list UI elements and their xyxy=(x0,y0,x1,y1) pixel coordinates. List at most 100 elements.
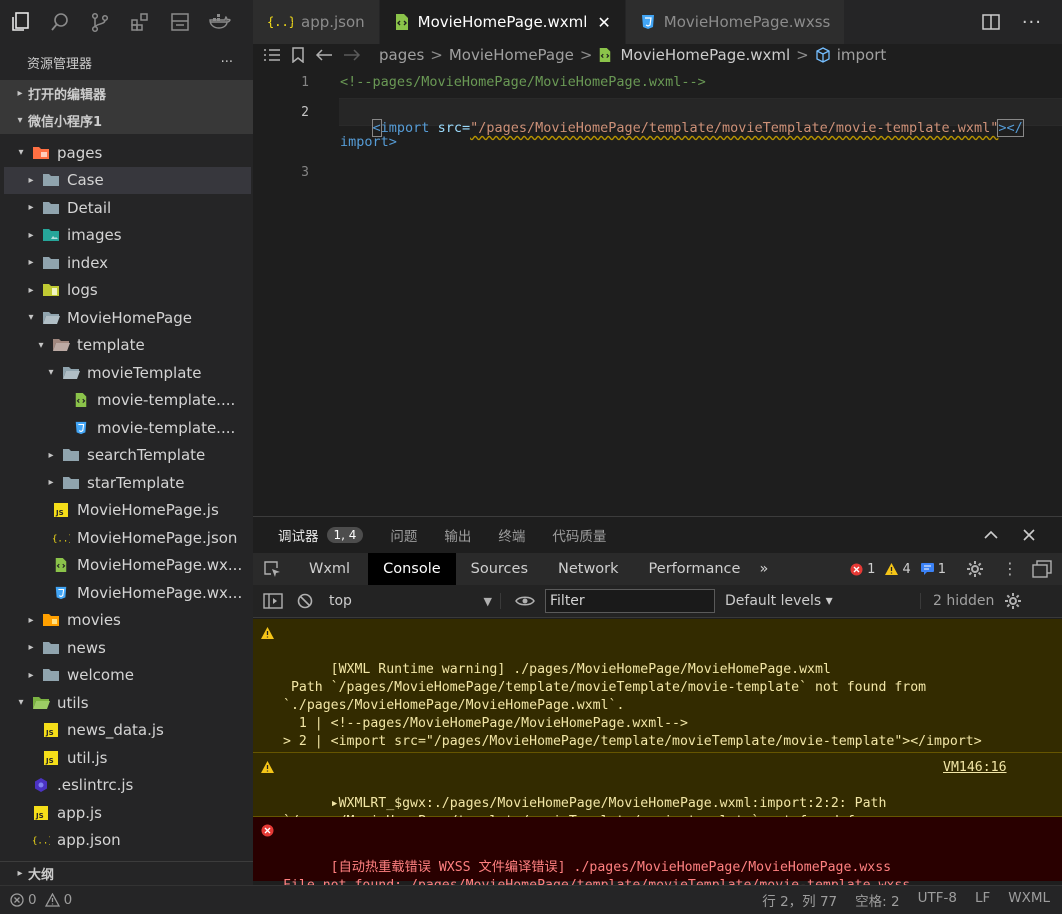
tree-item-label: news xyxy=(67,638,106,657)
breadcrumb-item[interactable]: MovieHomePage xyxy=(449,46,574,64)
cursor-position[interactable]: 行 2，列 77 xyxy=(762,890,837,910)
tree-file[interactable]: {..} MovieHomePage.json xyxy=(4,524,251,551)
bookmark-icon[interactable] xyxy=(291,47,305,63)
breadcrumb-item[interactable]: pages xyxy=(379,46,424,64)
tab-output[interactable]: 输出 xyxy=(444,525,471,545)
tree-file[interactable]: movie-template.... xyxy=(4,414,251,441)
filter-input[interactable] xyxy=(545,589,715,613)
tree-file[interactable]: MovieHomePage.wx... xyxy=(4,579,251,606)
tree-folder[interactable]: ▾ movieTemplate xyxy=(4,359,251,386)
breadcrumb-item[interactable]: import xyxy=(837,46,887,64)
chevron-right-icon: ▸ xyxy=(28,669,34,681)
tree-file[interactable]: MovieHomePage.wx... xyxy=(4,552,251,579)
tree-folder[interactable]: ▸ Detail xyxy=(4,194,251,221)
tree-folder[interactable]: ▾ MovieHomePage xyxy=(4,304,251,331)
log-levels-dropdown[interactable]: Default levels ▾ xyxy=(725,593,921,609)
tab-label: 调试器 xyxy=(278,529,319,545)
tab-moviehomepage-wxss[interactable]: MovieHomePage.wxss xyxy=(625,0,846,44)
code-line: <!--pages/MovieHomePage/MovieHomePage.wx… xyxy=(340,74,706,90)
tree-item-label: app.json xyxy=(57,831,121,849)
split-editor-icon[interactable] xyxy=(982,14,1000,30)
tree-folder[interactable]: ▸ welcome xyxy=(4,662,251,689)
sidebar-toggle-icon[interactable] xyxy=(263,593,283,609)
tab-terminal[interactable]: 终端 xyxy=(498,525,525,545)
tree-folder[interactable]: ▸ logs xyxy=(4,277,251,304)
tree-folder[interactable]: ▸ searchTemplate xyxy=(4,442,251,469)
tree-folder[interactable]: ▾ pages xyxy=(4,139,251,166)
tab-problems[interactable]: 问题 xyxy=(390,525,417,545)
close-icon[interactable] xyxy=(1022,528,1036,542)
folder-icon xyxy=(42,172,60,188)
close-tab-icon[interactable]: ✕ xyxy=(597,13,610,32)
tree-file[interactable]: JS MovieHomePage.js xyxy=(4,497,251,524)
tab-code-quality[interactable]: 代码质量 xyxy=(552,525,606,545)
clear-console-icon[interactable] xyxy=(297,593,313,609)
code-editor[interactable]: 1 <!--pages/MovieHomePage/MovieHomePage.… xyxy=(253,66,1062,516)
source-control-icon[interactable] xyxy=(80,0,120,44)
console-message-warning: ▸WXMLRT_$gwx:./pages/MovieHomePage/Movie… xyxy=(253,753,1062,847)
tree-folder[interactable]: ▸ news xyxy=(4,634,251,661)
extensions-icon[interactable] xyxy=(120,0,160,44)
tree-file[interactable]: {..} app.json xyxy=(4,827,251,854)
dock-icon[interactable] xyxy=(1032,560,1052,578)
kebab-menu-icon[interactable]: ⋮ xyxy=(1002,561,1018,577)
indentation[interactable]: 空格: 2 xyxy=(855,890,899,910)
tab-debugger[interactable]: 调试器 1, 4 xyxy=(278,525,364,545)
devtab-sources[interactable]: Sources xyxy=(456,553,543,585)
js-icon: JS xyxy=(42,750,60,766)
tab-moviehomepage-wxml[interactable]: MovieHomePage.wxml ✕ xyxy=(379,0,626,44)
tree-file[interactable]: .eslintrc.js xyxy=(4,772,251,799)
storage-icon[interactable] xyxy=(160,0,200,44)
tree-file[interactable]: JS news_data.js xyxy=(4,717,251,744)
status-bar: 0 0 行 2，列 77 空格: 2 UTF-8 LF WXML xyxy=(0,885,1062,914)
json-icon: {..} xyxy=(52,530,70,546)
source-link[interactable]: VM146:16 xyxy=(943,759,1007,777)
devtab-network[interactable]: Network xyxy=(543,553,634,585)
problems-summary[interactable]: 0 0 xyxy=(0,892,72,908)
tree-folder[interactable]: ▸ index xyxy=(4,249,251,276)
eye-icon[interactable] xyxy=(515,594,535,608)
language-mode[interactable]: WXML xyxy=(1008,890,1050,910)
devtab-console[interactable]: Console xyxy=(368,553,456,585)
message-counts[interactable]: 1 4 1 ⋮ xyxy=(850,560,1062,578)
element-picker-icon[interactable] xyxy=(253,553,291,585)
tree-folder[interactable]: ▸ Case xyxy=(4,166,251,194)
forward-arrow-icon[interactable] xyxy=(343,48,361,62)
devtab-wxml[interactable]: Wxml xyxy=(291,553,368,585)
chevron-right-icon: ▸ xyxy=(17,88,23,99)
encoding[interactable]: UTF-8 xyxy=(918,890,957,910)
project-section[interactable]: ▾ 微信小程序1 xyxy=(0,107,253,134)
line-ending[interactable]: LF xyxy=(975,890,990,910)
list-icon[interactable] xyxy=(263,48,281,62)
tree-file[interactable]: JS app.js xyxy=(4,799,251,826)
tree-folder[interactable]: ▾ template xyxy=(4,332,251,359)
outline-section[interactable]: ▸ 大纲 xyxy=(0,861,253,885)
tab-app-json[interactable]: {..} app.json xyxy=(253,0,380,44)
chevron-up-icon[interactable] xyxy=(984,528,998,542)
tree-folder[interactable]: ▾ utils xyxy=(4,689,251,716)
more-icon[interactable]: ··· xyxy=(1022,12,1042,33)
breadcrumb-item[interactable]: MovieHomePage.wxml xyxy=(620,46,790,64)
js-icon: JS xyxy=(42,722,60,738)
context-select[interactable]: top ▼ xyxy=(329,593,501,609)
console-settings-gear-icon[interactable] xyxy=(1004,592,1022,610)
tree-file[interactable]: JS util.js xyxy=(4,744,251,771)
open-editors-section[interactable]: ▸ 打开的编辑器 xyxy=(0,80,253,107)
tree-folder[interactable]: ▸ movies xyxy=(4,607,251,634)
docker-icon[interactable] xyxy=(200,0,240,44)
wxss-file-icon xyxy=(640,13,656,31)
tree-file[interactable]: movie-template.... xyxy=(4,387,251,414)
explorer-icon[interactable] xyxy=(0,0,40,44)
breadcrumb-separator: > xyxy=(430,46,443,64)
tree-folder[interactable]: ▸ starTemplate xyxy=(4,469,251,496)
more-tabs-icon[interactable]: » xyxy=(755,553,772,585)
devtab-performance[interactable]: Performance xyxy=(634,553,756,585)
search-icon[interactable] xyxy=(40,0,80,44)
tree-item-label: index xyxy=(67,253,109,272)
folder-movies-icon xyxy=(42,612,60,628)
back-arrow-icon[interactable] xyxy=(315,48,333,62)
tree-folder[interactable]: ▸ images xyxy=(4,222,251,249)
js-icon: JS xyxy=(52,502,70,518)
settings-gear-icon[interactable] xyxy=(966,560,984,578)
more-actions-icon[interactable]: ··· xyxy=(221,55,233,70)
